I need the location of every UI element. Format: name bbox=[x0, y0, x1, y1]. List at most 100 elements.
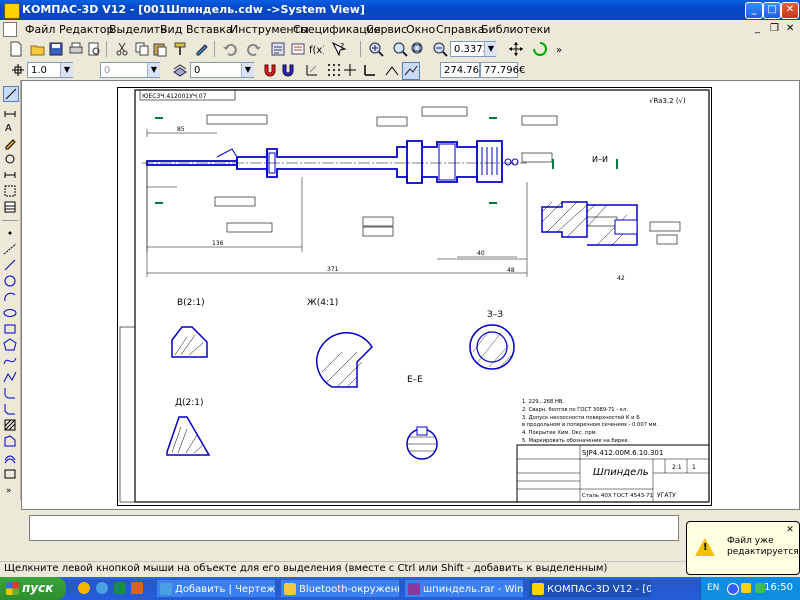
measure-tool-icon[interactable] bbox=[3, 168, 17, 182]
layer-icon[interactable] bbox=[172, 62, 188, 78]
local-cs-icon[interactable] bbox=[362, 62, 378, 78]
circle-tool-icon[interactable] bbox=[3, 274, 17, 288]
menu-libraries[interactable]: Библиотеки bbox=[481, 23, 550, 36]
warning-icon-mark: ! bbox=[703, 542, 708, 553]
geometry-tool-icon[interactable] bbox=[3, 86, 19, 102]
menu-window[interactable]: Окно bbox=[406, 23, 435, 36]
save-icon[interactable] bbox=[48, 41, 64, 57]
notification-balloon[interactable]: ! ✕ Файл уже редактируется bbox=[686, 521, 800, 575]
svg-text:в продольном и поперечном сече: в продольном и поперечном сечениях - 0.0… bbox=[522, 422, 658, 428]
rounding-icon[interactable] bbox=[384, 62, 400, 78]
taskbar-item-winrar[interactable]: шпиндель.rar - WinR... bbox=[404, 579, 524, 598]
refresh-icon[interactable] bbox=[532, 41, 548, 57]
equidistant-tool-icon[interactable] bbox=[3, 450, 17, 464]
step-dropdown[interactable]: ▼ bbox=[147, 63, 160, 77]
layers-icon[interactable] bbox=[290, 41, 306, 57]
more-tools-icon[interactable]: » bbox=[3, 482, 17, 496]
segment-tool-icon[interactable] bbox=[3, 258, 17, 272]
taskbar-item-kompas[interactable]: КОМПАС-3D V12 - [0... bbox=[528, 579, 652, 598]
magnet-local-icon[interactable] bbox=[280, 62, 296, 78]
doc-minimize-button[interactable]: _ bbox=[755, 23, 760, 34]
grid-settings-icon[interactable] bbox=[342, 62, 358, 78]
bluetooth-icon[interactable] bbox=[727, 583, 739, 595]
menu-select[interactable]: Выделить bbox=[109, 23, 167, 36]
language-indicator[interactable]: EN bbox=[707, 583, 719, 593]
grid-snap-icon[interactable] bbox=[10, 62, 26, 78]
toolbar-more-icon[interactable]: » bbox=[552, 41, 568, 57]
menu-file[interactable]: Файл bbox=[25, 23, 55, 36]
quicklaunch-media-icon[interactable] bbox=[114, 582, 126, 594]
copy-icon[interactable] bbox=[134, 41, 150, 57]
magnet-snap-icon[interactable] bbox=[262, 62, 278, 78]
minimize-button[interactable]: _ bbox=[745, 2, 763, 19]
properties-icon[interactable] bbox=[194, 41, 210, 57]
spec-tool-icon[interactable] bbox=[3, 200, 17, 214]
help-pointer-icon[interactable]: ? bbox=[331, 41, 347, 57]
ortho-icon[interactable] bbox=[304, 62, 320, 78]
edit-tool-icon[interactable] bbox=[3, 136, 17, 150]
collection-tool-icon[interactable] bbox=[3, 466, 17, 480]
menu-help[interactable]: Справка bbox=[436, 23, 484, 36]
select-tool-icon[interactable] bbox=[3, 184, 17, 198]
symbols-tool-icon[interactable]: A bbox=[3, 120, 17, 134]
document-icon[interactable] bbox=[3, 22, 17, 37]
doc-restore-button[interactable]: ❐ bbox=[770, 23, 779, 34]
print-icon[interactable] bbox=[68, 41, 84, 57]
layer-dropdown[interactable]: ▼ bbox=[241, 63, 254, 77]
maximize-button[interactable]: □ bbox=[763, 2, 781, 19]
dimensions-tool-icon[interactable] bbox=[3, 104, 17, 118]
coord-x-field[interactable]: 274.761 bbox=[440, 62, 485, 78]
zoom-out-icon[interactable] bbox=[432, 41, 448, 57]
task-label: Bluetooth-окружени... bbox=[299, 584, 399, 595]
rectangle-tool-icon[interactable] bbox=[3, 322, 17, 336]
line-scale-dropdown[interactable]: ▼ bbox=[60, 63, 73, 77]
svg-text:»: » bbox=[6, 486, 12, 496]
start-button[interactable]: пуск bbox=[0, 577, 66, 600]
contour-tool-icon[interactable] bbox=[3, 434, 17, 448]
taskbar-item-browser[interactable]: Добавить | Чертеж... bbox=[156, 579, 276, 598]
coord-y-field[interactable]: 77.796€ bbox=[480, 62, 525, 78]
menu-insert[interactable]: Вставка bbox=[186, 23, 233, 36]
ellipse-tool-icon[interactable] bbox=[3, 306, 17, 320]
menu-edit[interactable]: Редактор bbox=[59, 23, 114, 36]
title-bar[interactable]: КОМПАС-3D V12 - [001Шпиндель.cdw ->Syste… bbox=[0, 0, 800, 20]
close-button[interactable]: ✕ bbox=[781, 2, 799, 19]
menu-service[interactable]: Сервис bbox=[366, 23, 407, 36]
undo-icon[interactable] bbox=[222, 41, 238, 57]
point-tool-icon[interactable] bbox=[3, 226, 17, 240]
quicklaunch-desktop-icon[interactable] bbox=[96, 582, 108, 594]
fillet-tool-icon[interactable] bbox=[3, 386, 17, 400]
polyline-tool-icon[interactable] bbox=[3, 370, 17, 384]
warning-tray-icon[interactable] bbox=[741, 583, 751, 593]
open-folder-icon[interactable] bbox=[30, 41, 46, 57]
doc-close-button[interactable]: ✕ bbox=[786, 23, 794, 34]
zoom-in-icon[interactable] bbox=[368, 41, 384, 57]
zoom-dropdown-arrow[interactable]: ▼ bbox=[484, 42, 497, 56]
grid-icon[interactable] bbox=[326, 62, 342, 78]
taskbar-item-bluetooth[interactable]: Bluetooth-окружени... bbox=[280, 579, 400, 598]
pan-icon[interactable] bbox=[508, 41, 524, 57]
aux-line-tool-icon[interactable] bbox=[3, 242, 17, 256]
quicklaunch-app-icon[interactable] bbox=[131, 582, 143, 594]
new-document-icon[interactable] bbox=[8, 41, 24, 57]
quicklaunch-browser-icon[interactable] bbox=[78, 582, 90, 594]
format-painter-icon[interactable] bbox=[172, 41, 188, 57]
cut-icon[interactable] bbox=[114, 41, 130, 57]
polygon-tool-icon[interactable] bbox=[3, 338, 17, 352]
menu-view[interactable]: Вид bbox=[160, 23, 182, 36]
paste-icon[interactable] bbox=[152, 41, 168, 57]
parametric-mode-icon[interactable] bbox=[402, 62, 420, 80]
spline-tool-icon[interactable] bbox=[3, 354, 17, 368]
arc-tool-icon[interactable] bbox=[3, 290, 17, 304]
zoom-fit-icon[interactable] bbox=[410, 41, 426, 57]
constraints-tool-icon[interactable] bbox=[3, 152, 17, 166]
redo-icon[interactable] bbox=[246, 41, 262, 57]
manager-icon[interactable] bbox=[270, 41, 286, 57]
zoom-window-icon[interactable] bbox=[392, 41, 408, 57]
hatch-tool-icon[interactable] bbox=[3, 418, 17, 432]
balloon-close-icon[interactable]: ✕ bbox=[785, 525, 795, 535]
preview-icon[interactable] bbox=[86, 41, 102, 57]
technical-notes: 1. 229...268 НВ. 2. Сварн. болтов по ГОС… bbox=[522, 399, 658, 444]
function-icon[interactable]: f(x) bbox=[308, 41, 324, 57]
chamfer-tool-icon[interactable] bbox=[3, 402, 17, 416]
